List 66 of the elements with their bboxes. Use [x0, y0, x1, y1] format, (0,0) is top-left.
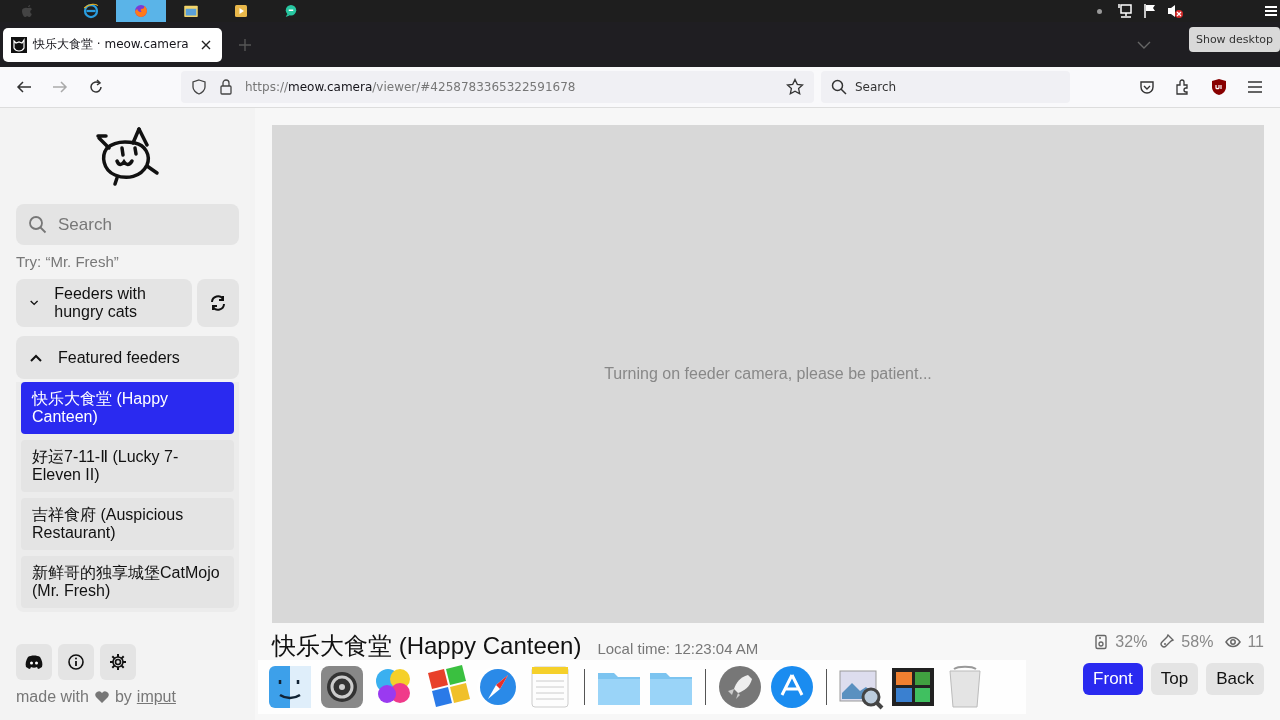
feeder-item[interactable]: 好运7-11-Ⅱ (Lucky 7-Eleven II)	[21, 440, 234, 492]
address-bar[interactable]: https://meow.camera/viewer/#4258783365322591678	[181, 71, 814, 103]
tooltip: Show desktop	[1188, 27, 1280, 52]
camera-status: Turning on feeder camera, please be patient...	[604, 365, 932, 383]
fox-globe-icon	[132, 2, 150, 20]
footer-text: made with	[16, 688, 89, 706]
storage-icon	[1093, 634, 1110, 650]
footer-text: by	[114, 688, 132, 706]
chevron-down-icon	[30, 299, 39, 307]
author-link[interactable]: imput	[136, 688, 176, 706]
info-icon	[66, 652, 86, 672]
cat-logo-icon	[94, 126, 161, 188]
tray-dot	[1097, 8, 1102, 14]
camera-view-button[interactable]: Top	[1150, 663, 1199, 695]
refresh-button[interactable]	[197, 279, 239, 327]
show-desktop-icon[interactable]	[1264, 3, 1278, 19]
face-icon[interactable]	[266, 663, 314, 711]
menu-icon[interactable]	[1247, 80, 1263, 94]
muted-speaker-icon[interactable]	[1166, 3, 1184, 19]
stat-value: 32%	[1115, 633, 1148, 651]
search-input[interactable]: Search	[58, 204, 227, 245]
network-icon[interactable]	[1118, 3, 1134, 19]
search-hint: Try: “Mr. Fresh”	[16, 253, 120, 270]
bottle-icon	[1159, 634, 1176, 650]
url-text: https://meow.camera/viewer/#4258783365322591678	[245, 80, 576, 94]
heart-icon	[93, 690, 110, 704]
search-icon	[28, 214, 48, 235]
feeder-item[interactable]: 吉祥食府 (Auspicious Restaurant)	[21, 498, 234, 550]
camera-view-button[interactable]: Front	[1083, 663, 1143, 695]
stat-value: 11	[1247, 633, 1264, 651]
search-icon	[831, 79, 847, 95]
tab-list-icon[interactable]	[1137, 39, 1151, 50]
feeder-item[interactable]: 新鲜哥的独享城堡CatMojo (Mr. Fresh)	[21, 556, 234, 608]
stat-value: 58%	[1181, 633, 1214, 651]
lock-icon	[219, 79, 233, 95]
puzzle-icon[interactable]	[1175, 79, 1191, 95]
shield-icon	[191, 79, 207, 95]
shield-badge-icon[interactable]	[1211, 78, 1227, 96]
discord-button[interactable]	[16, 644, 52, 680]
refresh-icon	[210, 295, 226, 311]
local-time: Local time: 12:23:04 AM	[597, 640, 759, 657]
close-icon[interactable]	[200, 38, 212, 51]
flag-icon[interactable]	[1142, 3, 1158, 19]
star-icon[interactable]	[786, 78, 804, 96]
back-icon[interactable]	[16, 79, 32, 95]
rocket-icon[interactable]	[716, 663, 764, 711]
search-field[interactable]: Search	[16, 204, 239, 245]
section-header[interactable]: Featured feeders	[16, 336, 239, 379]
reload-icon[interactable]	[88, 79, 104, 95]
eye-icon	[1225, 634, 1242, 650]
settings-button[interactable]	[100, 644, 136, 680]
chevron-up-icon	[30, 353, 42, 362]
pocket-icon[interactable]	[1139, 79, 1155, 95]
feeder-item[interactable]: 快乐大食堂 (Happy Canteen)	[21, 382, 234, 434]
cat-favicon-icon	[11, 36, 27, 53]
browser-tab[interactable]: 快乐大食堂 · meow.camera	[3, 27, 222, 62]
settings-icon	[108, 652, 128, 672]
info-button[interactable]	[58, 644, 94, 680]
feeder-title: 快乐大食堂 (Happy Canteen)	[272, 633, 582, 659]
search-field[interactable]: Search	[821, 71, 1070, 103]
search-input[interactable]: Search	[855, 71, 1060, 103]
globe-icon	[82, 2, 100, 20]
section-header[interactable]: Feeders with hungry cats	[16, 279, 192, 327]
play-icon	[232, 2, 250, 20]
camera-view-button[interactable]: Back	[1206, 663, 1264, 695]
store-icon[interactable]	[768, 663, 816, 711]
